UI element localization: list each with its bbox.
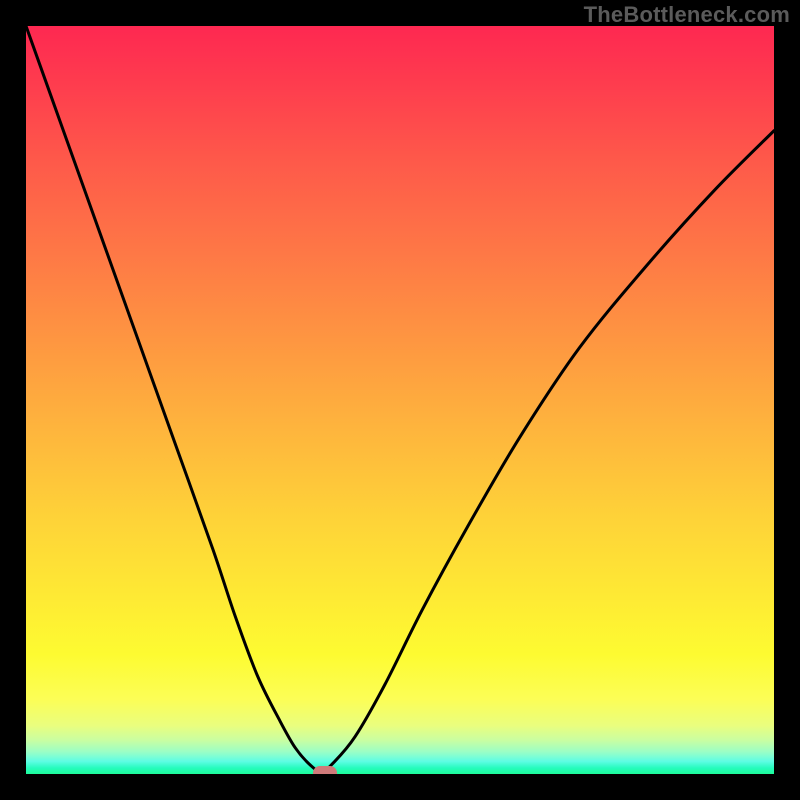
chart-frame: TheBottleneck.com bbox=[0, 0, 800, 800]
plot-area bbox=[26, 26, 774, 774]
curve-path bbox=[26, 26, 774, 772]
bottleneck-curve bbox=[26, 26, 774, 774]
optimal-point-marker bbox=[313, 766, 337, 775]
watermark-text: TheBottleneck.com bbox=[584, 2, 790, 28]
